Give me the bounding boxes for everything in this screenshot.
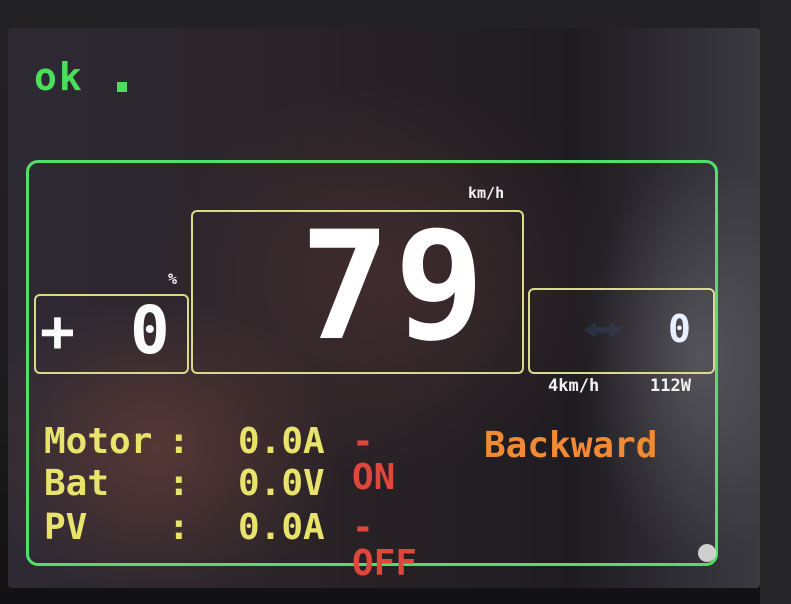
direction-status: Backward (484, 425, 658, 466)
device-body: ok % km/h + 0 79 0 4km/h 112W Motor : 0.… (0, 0, 791, 604)
speed-value: 79 (300, 200, 489, 374)
power-sub-label: 112W (650, 376, 691, 396)
status-cursor (117, 82, 127, 92)
pv-current: 0.0A (238, 507, 325, 548)
battery-label: Bat (44, 463, 110, 504)
power-percent-value: 0 (130, 292, 170, 369)
faded-icon (582, 318, 624, 342)
speed-sub-label: 4km/h (548, 376, 600, 396)
pv-colon: : (168, 507, 190, 548)
power-sign: + (40, 297, 75, 365)
motor-label: Motor (44, 421, 153, 462)
status-text: ok (34, 55, 84, 99)
motor-colon: : (168, 421, 190, 462)
touch-indicator-dot (698, 544, 716, 562)
battery-colon: : (168, 463, 190, 504)
pv-label: PV (44, 507, 88, 548)
percent-unit-label: % (168, 270, 178, 288)
motor-state: -ON (352, 421, 396, 498)
speed-unit-label: km/h (468, 184, 505, 202)
device-bezel (760, 0, 791, 604)
motor-current: 0.0A (238, 421, 325, 462)
auxiliary-value: 0 (668, 307, 691, 351)
pv-state: -OFF (352, 507, 418, 584)
battery-voltage: 0.0V (238, 463, 325, 504)
